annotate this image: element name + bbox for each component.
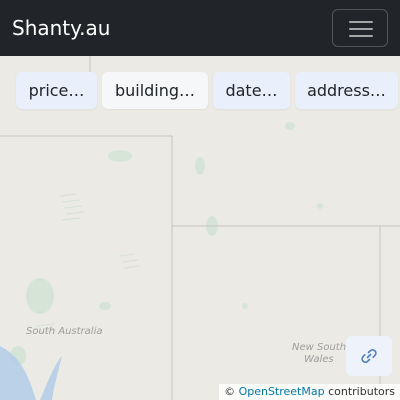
price-filter-button[interactable]: price… xyxy=(16,72,97,109)
label-nsw-line2: Wales xyxy=(304,354,334,365)
link-icon xyxy=(361,348,377,364)
label-nsw-line1: New South xyxy=(292,342,346,353)
hamburger-icon-bar xyxy=(349,28,373,30)
label-south-australia: South Australia xyxy=(26,326,102,337)
hamburger-icon-bar xyxy=(349,35,373,37)
navbar: Shanty.au xyxy=(0,0,400,56)
share-link-button[interactable] xyxy=(346,336,392,376)
app: South Australia New South Wales Shanty.a… xyxy=(0,0,400,400)
attribution-suffix: contributors xyxy=(328,385,395,398)
address-filter-button[interactable]: address… xyxy=(295,72,398,109)
openstreetmap-link[interactable]: OpenStreetMap xyxy=(239,385,325,398)
map-attribution: © OpenStreetMap contributors xyxy=(219,384,400,400)
brand-logo[interactable]: Shanty.au xyxy=(12,14,110,42)
copyright-symbol: © xyxy=(224,385,236,398)
hamburger-icon xyxy=(349,21,373,23)
menu-toggle-button[interactable] xyxy=(332,9,388,47)
building-filter-button[interactable]: building… xyxy=(102,72,208,109)
date-filter-button[interactable]: date… xyxy=(213,72,290,109)
